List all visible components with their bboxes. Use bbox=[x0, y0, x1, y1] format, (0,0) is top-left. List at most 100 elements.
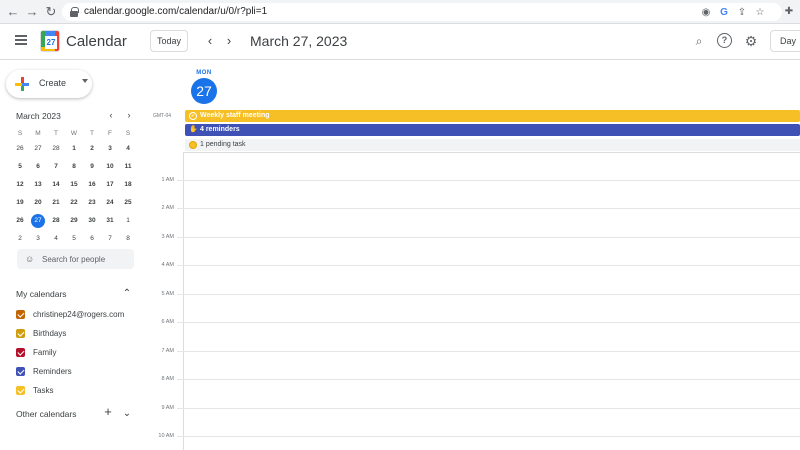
add-calendar-icon[interactable]: + bbox=[103, 405, 113, 418]
checkbox-icon[interactable] bbox=[16, 310, 25, 319]
weekday-label: T bbox=[90, 130, 94, 137]
mini-day[interactable]: 28 bbox=[47, 141, 65, 159]
mini-day[interactable]: 20 bbox=[29, 195, 47, 213]
mini-day[interactable]: 28 bbox=[47, 213, 65, 231]
mini-day[interactable]: 21 bbox=[47, 195, 65, 213]
mini-day[interactable]: 22 bbox=[65, 195, 83, 213]
logo-number: 27 bbox=[45, 36, 57, 49]
mini-day[interactable]: 18 bbox=[119, 177, 137, 195]
mini-day[interactable]: 6 bbox=[29, 159, 47, 177]
mini-day[interactable]: 26 bbox=[11, 213, 29, 231]
settings-gear-icon[interactable]: ⚙ bbox=[743, 33, 759, 49]
task-circle-icon bbox=[189, 141, 197, 149]
mini-day[interactable]: 19 bbox=[11, 195, 29, 213]
checkbox-icon[interactable] bbox=[16, 386, 25, 395]
lock-icon bbox=[70, 7, 79, 17]
day-number[interactable]: 27 bbox=[191, 78, 217, 104]
my-calendars-title[interactable]: My calendars bbox=[16, 289, 67, 299]
checkbox-icon[interactable] bbox=[16, 367, 25, 376]
mini-day[interactable]: 2 bbox=[11, 231, 29, 249]
mini-day[interactable]: 1 bbox=[119, 213, 137, 231]
mini-day[interactable]: 8 bbox=[119, 231, 137, 249]
mini-day[interactable]: 5 bbox=[65, 231, 83, 249]
mini-prev-month-icon[interactable]: ‹ bbox=[106, 110, 116, 120]
mini-day[interactable]: 25 bbox=[119, 195, 137, 213]
hour-gridline bbox=[177, 408, 800, 409]
calendar-item[interactable]: Family bbox=[16, 346, 146, 360]
mini-day[interactable]: 16 bbox=[83, 177, 101, 195]
previous-day-icon[interactable]: ‹ bbox=[202, 33, 218, 49]
current-date-title: March 27, 2023 bbox=[250, 33, 348, 49]
view-selector-button[interactable]: Day bbox=[770, 30, 800, 52]
calendar-item[interactable]: Birthdays bbox=[16, 327, 146, 341]
mini-day[interactable]: 14 bbox=[47, 177, 65, 195]
checkbox-icon[interactable] bbox=[16, 348, 25, 357]
mini-day[interactable]: 4 bbox=[119, 141, 137, 159]
eye-icon[interactable]: ◉ bbox=[700, 7, 712, 19]
today-button[interactable]: Today bbox=[150, 30, 188, 52]
share-icon[interactable]: ⇪ bbox=[736, 7, 748, 19]
next-day-icon[interactable]: › bbox=[221, 33, 237, 49]
mini-calendar-title: March 2023 bbox=[16, 111, 61, 121]
search-people-field[interactable]: ☺ Search for people bbox=[17, 249, 134, 269]
mini-next-month-icon[interactable]: › bbox=[124, 110, 134, 120]
other-calendars-title[interactable]: Other calendars bbox=[16, 409, 76, 419]
mini-day[interactable]: 31 bbox=[101, 213, 119, 231]
mini-day[interactable]: 27 bbox=[29, 141, 47, 159]
pending-task-row[interactable]: 1 pending task bbox=[185, 139, 800, 151]
calendar-label: Reminders bbox=[33, 367, 72, 376]
help-icon[interactable]: ? bbox=[717, 33, 732, 48]
extensions-icon[interactable]: ✚ bbox=[783, 6, 795, 18]
google-icon[interactable]: G bbox=[718, 7, 730, 19]
weekday-label: W bbox=[70, 130, 78, 137]
mini-day[interactable]: 2 bbox=[83, 141, 101, 159]
mini-day[interactable]: 8 bbox=[65, 159, 83, 177]
search-icon[interactable]: ⌕ bbox=[691, 33, 707, 49]
mini-day[interactable]: 24 bbox=[101, 195, 119, 213]
mini-day[interactable]: 7 bbox=[101, 231, 119, 249]
mini-day[interactable]: 4 bbox=[47, 231, 65, 249]
mini-day[interactable]: 29 bbox=[65, 213, 83, 231]
chevron-up-icon[interactable]: ⌃ bbox=[122, 289, 132, 299]
app-title: Calendar bbox=[66, 33, 127, 50]
event-reminders[interactable]: ✋ 4 reminders bbox=[185, 124, 800, 136]
mini-day[interactable]: 10 bbox=[101, 159, 119, 177]
calendar-item[interactable]: Reminders bbox=[16, 365, 146, 379]
mini-day[interactable]: 7 bbox=[47, 159, 65, 177]
chevron-down-icon[interactable]: ⌄ bbox=[122, 409, 132, 419]
mini-day[interactable]: 6 bbox=[83, 231, 101, 249]
mini-day[interactable]: 3 bbox=[29, 231, 47, 249]
star-icon[interactable]: ☆ bbox=[754, 7, 766, 19]
mini-day[interactable]: 23 bbox=[83, 195, 101, 213]
mini-day[interactable]: 17 bbox=[101, 177, 119, 195]
calendar-item[interactable]: christinep24@rogers.com bbox=[16, 308, 146, 322]
all-day-divider bbox=[183, 152, 800, 153]
forward-arrow-icon[interactable]: → bbox=[23, 3, 41, 21]
url-text: calendar.google.com/calendar/u/0/r?pli=1 bbox=[84, 6, 268, 17]
mini-day[interactable]: 12 bbox=[11, 177, 29, 195]
event-weekly-staff-meeting[interactable]: ✓ Weekly staff meeting bbox=[185, 110, 800, 122]
mini-day[interactable]: 15 bbox=[65, 177, 83, 195]
mini-day-today[interactable]: 27 bbox=[29, 213, 47, 231]
checkbox-icon[interactable] bbox=[16, 329, 25, 338]
calendar-item[interactable]: Tasks bbox=[16, 384, 146, 398]
mini-day[interactable]: 26 bbox=[11, 141, 29, 159]
mini-day[interactable]: 30 bbox=[83, 213, 101, 231]
mini-day[interactable]: 11 bbox=[119, 159, 137, 177]
reload-icon[interactable]: ↻ bbox=[42, 3, 60, 21]
hour-gridline bbox=[177, 379, 800, 380]
back-arrow-icon[interactable]: ← bbox=[4, 3, 22, 21]
hour-label: 6 AM bbox=[161, 319, 174, 325]
mini-calendar-grid: S M T W T F S 26 27 28 1 2 3 4 5 6 7 8 9… bbox=[11, 127, 137, 249]
mini-day[interactable]: 5 bbox=[11, 159, 29, 177]
mini-day[interactable]: 3 bbox=[101, 141, 119, 159]
mini-day[interactable]: 1 bbox=[65, 141, 83, 159]
mini-day[interactable]: 9 bbox=[83, 159, 101, 177]
create-button[interactable]: Create bbox=[6, 70, 92, 98]
address-bar[interactable]: calendar.google.com/calendar/u/0/r?pli=1… bbox=[62, 3, 782, 21]
main-menu-icon[interactable] bbox=[15, 35, 27, 45]
day-column-header: MON 27 bbox=[184, 70, 224, 104]
mini-day[interactable]: 13 bbox=[29, 177, 47, 195]
caret-down-icon bbox=[82, 79, 88, 83]
week-row: 2 3 4 5 6 7 8 bbox=[11, 231, 137, 249]
